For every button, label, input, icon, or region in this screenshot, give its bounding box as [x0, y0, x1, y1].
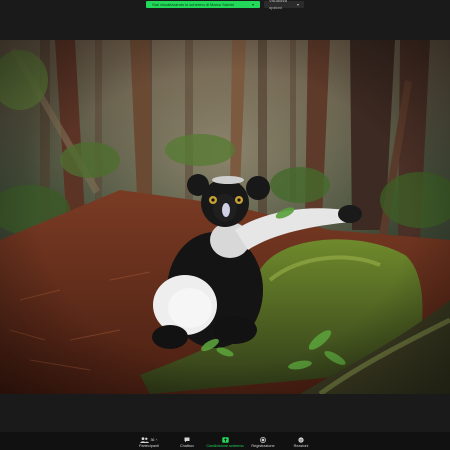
- share-screen-button[interactable]: Condivisione schermo: [206, 432, 244, 450]
- reactions-icon: [298, 437, 304, 443]
- record-label: Registrazione: [251, 444, 275, 448]
- record-icon: [260, 437, 266, 443]
- shared-screen: [0, 40, 450, 394]
- share-status-text: Stai visualizzando lo schermo di Marco S…: [152, 1, 235, 7]
- chat-icon: [184, 437, 190, 443]
- meeting-window: Stai visualizzando lo schermo di Marco S…: [0, 0, 450, 450]
- chevron-down-icon: ▾: [251, 1, 254, 7]
- chevron-down-icon: ▾: [296, 1, 299, 7]
- record-button[interactable]: Registrazione: [244, 432, 282, 450]
- chat-button[interactable]: Chatbox: [168, 432, 206, 450]
- meeting-toolbar: 36 ˄ Partecipanti Chatbox Condivisione s…: [0, 432, 450, 450]
- reactions-button[interactable]: Reazioni: [282, 432, 320, 450]
- participants-button[interactable]: 36 ˄ Partecipanti: [130, 432, 168, 450]
- chat-label: Chatbox: [179, 444, 195, 448]
- share-screen-icon: [221, 437, 229, 443]
- share-screen-label: Condivisione schermo: [206, 444, 244, 448]
- participants-count: 36: [150, 438, 155, 442]
- indri-forest-photo: [0, 40, 450, 394]
- viewing-share-indicator[interactable]: Stai visualizzando lo schermo di Marco S…: [146, 0, 260, 8]
- participants-label: Partecipanti: [138, 444, 160, 448]
- reactions-label: Reazioni: [293, 444, 309, 448]
- chevron-up-icon[interactable]: ˄: [155, 438, 157, 442]
- view-options-label: Visualizza opzioni: [269, 0, 287, 10]
- participants-icon: [140, 437, 150, 443]
- view-options-button[interactable]: Visualizza opzioni ▾: [264, 0, 304, 10]
- screen-share-banner: Stai visualizzando lo schermo di Marco S…: [0, 0, 450, 10]
